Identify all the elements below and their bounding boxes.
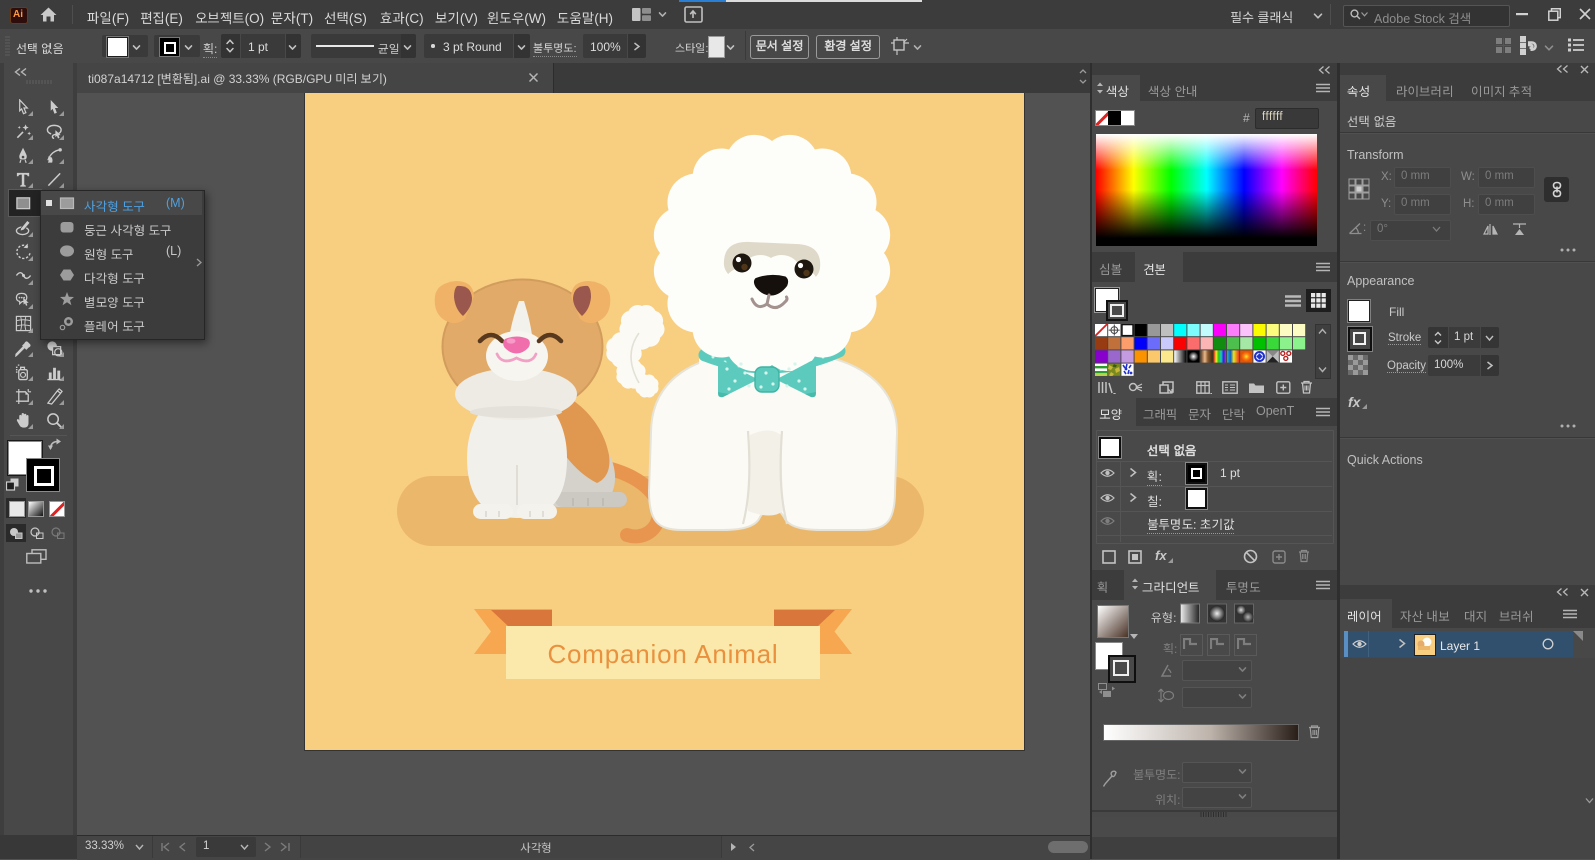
svg-text:Companion Animal: Companion Animal bbox=[547, 639, 778, 669]
